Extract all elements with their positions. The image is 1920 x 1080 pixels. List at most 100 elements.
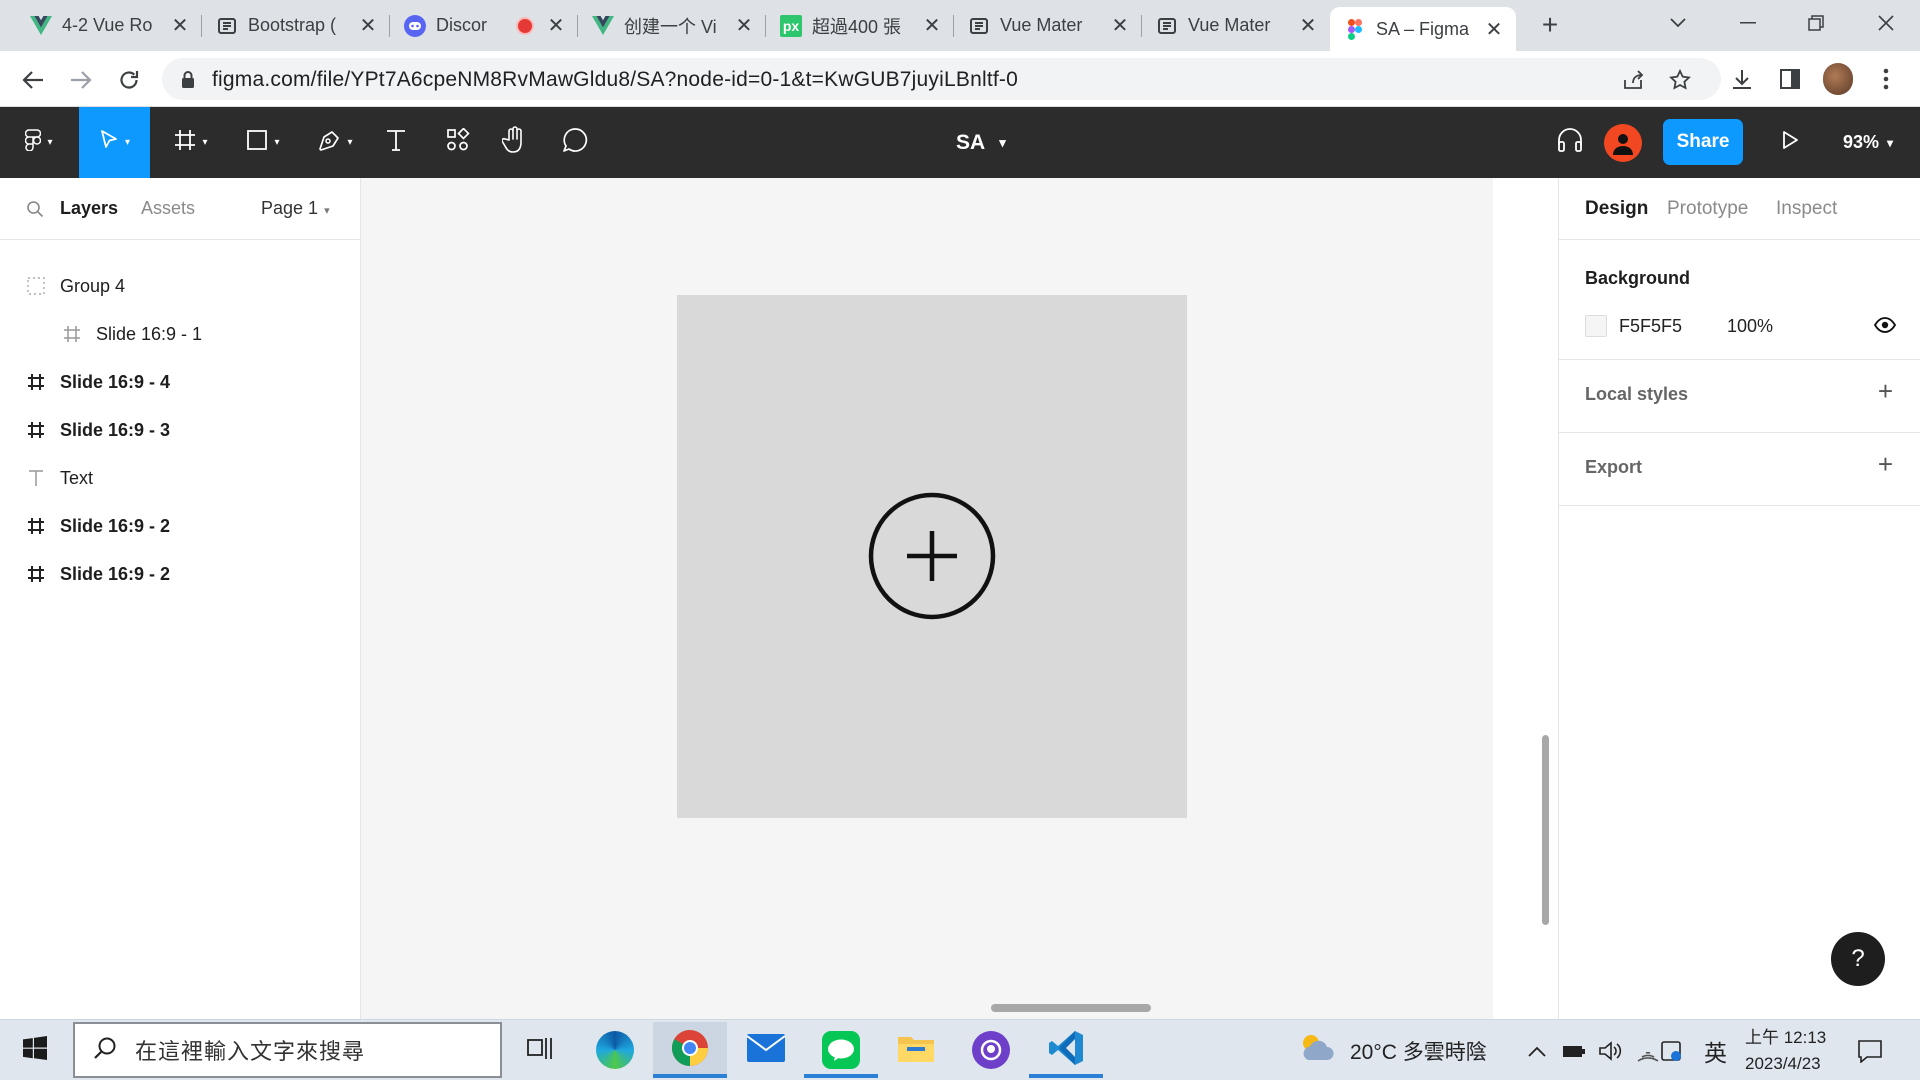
minimize-button[interactable] [1730,8,1766,38]
text-tool-button[interactable] [376,107,416,178]
layer-row[interactable]: Slide 16:9 - 3 [0,408,360,452]
browser-tab[interactable]: Vue Mater ✕ [1142,7,1330,44]
main-menu-button[interactable]: ▾ [8,107,70,178]
side-panel-icon[interactable] [1775,64,1805,94]
tab-prototype[interactable]: Prototype [1667,198,1748,220]
close-tab-icon[interactable]: ✕ [1108,13,1132,38]
add-style-plus-icon[interactable]: + [1878,376,1893,407]
move-tool-button[interactable]: ▾ [79,107,150,178]
document-title-button[interactable]: SA ▾ [956,107,1006,178]
cloudy-weather-icon [1298,1032,1336,1070]
input-method-indicator[interactable]: 英 [1704,1020,1727,1080]
export-heading: Export [1585,457,1643,477]
download-icon[interactable] [1727,64,1757,94]
more-menu-icon[interactable] [1871,64,1901,94]
zoom-menu-button[interactable]: 93% ▾ [1843,107,1893,178]
layer-row[interactable]: Slide 16:9 - 2 [0,504,360,548]
taskbar-app-mail[interactable] [729,1022,803,1078]
pen-tool-button[interactable]: ▾ [304,107,366,178]
volume-icon[interactable] [1598,1020,1622,1080]
eye-visibility-icon[interactable] [1873,317,1897,338]
hand-tool-button[interactable] [495,107,535,178]
browser-tab[interactable]: px 超過400 張 ✕ [766,7,954,44]
browser-toolbar: figma.com/file/YPt7A6cpeNM8RvMawGldu8/SA… [0,51,1920,107]
page-selector[interactable]: Page 1 ▾ [261,198,330,219]
browser-tab-active[interactable]: SA – Figma ✕ [1330,7,1516,51]
taskbar-app-line[interactable] [804,1022,878,1078]
close-tab-icon[interactable]: ✕ [1482,17,1506,42]
task-view-button[interactable] [503,1022,577,1078]
close-tab-icon[interactable]: ✕ [356,13,380,38]
share-page-icon[interactable] [1622,68,1646,92]
tab-design[interactable]: Design [1585,198,1648,220]
network-icon[interactable] [1636,1020,1686,1080]
battery-icon[interactable] [1562,1020,1586,1080]
audio-button[interactable] [1550,107,1590,178]
taskbar-app-file-explorer[interactable] [879,1022,953,1078]
notification-center-icon[interactable] [1857,1020,1883,1080]
address-bar[interactable]: figma.com/file/YPt7A6cpeNM8RvMawGldu8/SA… [162,58,1721,100]
tab-inspect[interactable]: Inspect [1776,198,1837,220]
components-icon [446,127,470,157]
design-canvas[interactable] [361,178,1493,1019]
browser-tab[interactable]: 4-2 Vue Ro ✕ [16,7,202,44]
back-button[interactable] [18,65,48,95]
taskbar-app-github[interactable] [954,1022,1028,1078]
background-hex-input[interactable]: F5F5F5 [1619,316,1682,337]
shape-tool-button[interactable]: ▾ [232,107,294,178]
close-tab-icon[interactable]: ✕ [732,13,756,38]
layer-row[interactable]: Slide 16:9 - 1 [0,312,360,356]
frame-tool-button[interactable]: ▾ [160,107,222,178]
show-hidden-icons-chevron[interactable] [1528,1020,1546,1080]
profile-avatar[interactable] [1823,63,1853,95]
present-button[interactable] [1770,107,1810,178]
horizontal-scrollbar[interactable] [991,1004,1151,1012]
taskbar-app-edge[interactable] [578,1022,652,1078]
background-color-swatch[interactable] [1585,315,1607,337]
tab-assets[interactable]: Assets [141,198,195,219]
browser-tab[interactable]: Discor ✕ [390,7,578,44]
weather-widget[interactable]: 20°C 多雲時陰 [1298,1020,1487,1080]
new-tab-button[interactable]: + [1534,10,1566,42]
layer-row[interactable]: Slide 16:9 - 2 [0,552,360,596]
browser-tab[interactable]: 创建一个 Vi ✕ [578,7,766,44]
close-tab-icon[interactable]: ✕ [1296,13,1320,38]
restore-button[interactable] [1798,8,1834,38]
start-button[interactable] [0,1022,70,1078]
taskbar-app-chrome[interactable] [653,1022,727,1078]
search-icon[interactable] [26,200,44,223]
forward-button[interactable] [66,65,96,95]
close-tab-icon[interactable]: ✕ [544,13,568,38]
question-mark-icon: ? [1851,945,1865,972]
export-section: Export + [1559,433,1920,506]
bookmark-star-icon[interactable] [1668,68,1692,92]
layer-row[interactable]: Text [0,456,360,500]
right-panel-tabs: Design Prototype Inspect [1559,178,1920,240]
layer-row[interactable]: Slide 16:9 - 4 [0,360,360,404]
slide-frame[interactable] [677,295,1187,818]
close-tab-icon[interactable]: ✕ [168,13,192,38]
edge-browser-icon [596,1031,634,1069]
browser-tab[interactable]: Bootstrap ( ✕ [202,7,390,44]
taskbar-search-box[interactable]: 在這裡輸入文字來搜尋 [73,1022,502,1078]
layer-row[interactable]: Group 4 [0,264,360,308]
user-avatar[interactable] [1603,107,1643,178]
browser-tab[interactable]: Vue Mater ✕ [954,7,1142,44]
add-export-plus-icon[interactable]: + [1878,449,1893,480]
taskbar-app-vscode[interactable] [1029,1022,1103,1078]
clock[interactable]: 上午 12:13 2023/4/23 [1745,1020,1826,1080]
share-button[interactable]: Share [1663,119,1743,165]
vertical-scrollbar[interactable] [1542,735,1549,925]
add-circle-icon[interactable] [867,491,997,621]
close-window-button[interactable] [1868,8,1904,38]
reload-button[interactable] [114,65,144,95]
background-opacity-input[interactable]: 100% [1727,316,1773,337]
lock-icon[interactable] [176,68,200,92]
comment-tool-button[interactable] [555,107,595,178]
resources-tool-button[interactable] [438,107,478,178]
help-button[interactable]: ? [1831,932,1885,986]
tab-layers[interactable]: Layers [60,198,118,219]
windows-logo-icon [23,1035,47,1065]
tab-search-chevron-icon[interactable] [1660,8,1696,38]
close-tab-icon[interactable]: ✕ [920,13,944,38]
